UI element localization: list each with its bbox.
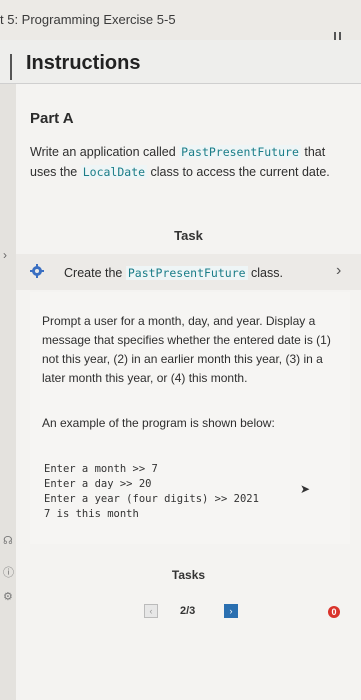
intro-text: class to access the current date. [147,165,330,179]
instructions-title: Instructions [26,52,141,74]
chevron-right-icon[interactable]: › [336,262,341,280]
console-line: 7 is this month [44,508,139,520]
task-row-label: Create the PastPresentFuture class. [64,266,283,280]
class-name-code: PastPresentFuture [179,145,301,159]
gear-icon [30,264,44,278]
help-icon[interactable]: ⓘ [3,564,14,580]
intro-text: Write an application called [30,145,180,159]
console-line: Enter a month >> 7 [44,463,158,475]
top-bar: t 5: Programming Exercise 5-5 [0,0,361,56]
mouse-cursor-icon: ➤ [300,482,311,496]
chevron-right-icon[interactable]: › [3,248,7,262]
console-line: Enter a day >> 20 [44,478,152,490]
task-class-code: PastPresentFuture [125,266,248,280]
settings-icon[interactable]: ⚙ [3,590,13,603]
console-output: Enter a month >> 7 Enter a day >> 20 Enter… [44,462,259,522]
task-row[interactable]: Create the PastPresentFuture class. › [16,254,361,290]
console-line: Enter a year (four digits) >> 2021 [44,493,259,505]
breadcrumb: t 5: Programming Exercise 5-5 [0,12,176,27]
instructions-header: Instructions [0,40,361,84]
task-row-suffix: class. [247,266,283,280]
task-prompt: Prompt a user for a month, day, and year… [42,314,331,385]
part-intro: Write an application called PastPresentF… [30,142,350,182]
share-icon[interactable]: ☊ [3,534,13,547]
instructions-panel: Part A Write an application called PastP… [16,84,361,700]
task-heading: Task [174,228,203,243]
localdate-code: LocalDate [80,165,148,179]
previous-task-button[interactable]: ‹ [144,604,158,618]
alert-badge[interactable]: 0 [328,606,340,618]
example-label: An example of the program is shown below… [42,416,275,430]
task-row-prefix: Create the [64,266,126,280]
tasks-footer-label: Tasks [171,568,206,582]
left-rail: › ☊ ⓘ ⚙ [0,84,16,700]
task-detail-card: Prompt a user for a month, day, and year… [30,292,350,544]
next-task-button[interactable]: › [224,604,238,618]
part-title: Part A [30,110,74,127]
pager-count: 2/3 [180,605,196,617]
section-accent [10,54,12,80]
